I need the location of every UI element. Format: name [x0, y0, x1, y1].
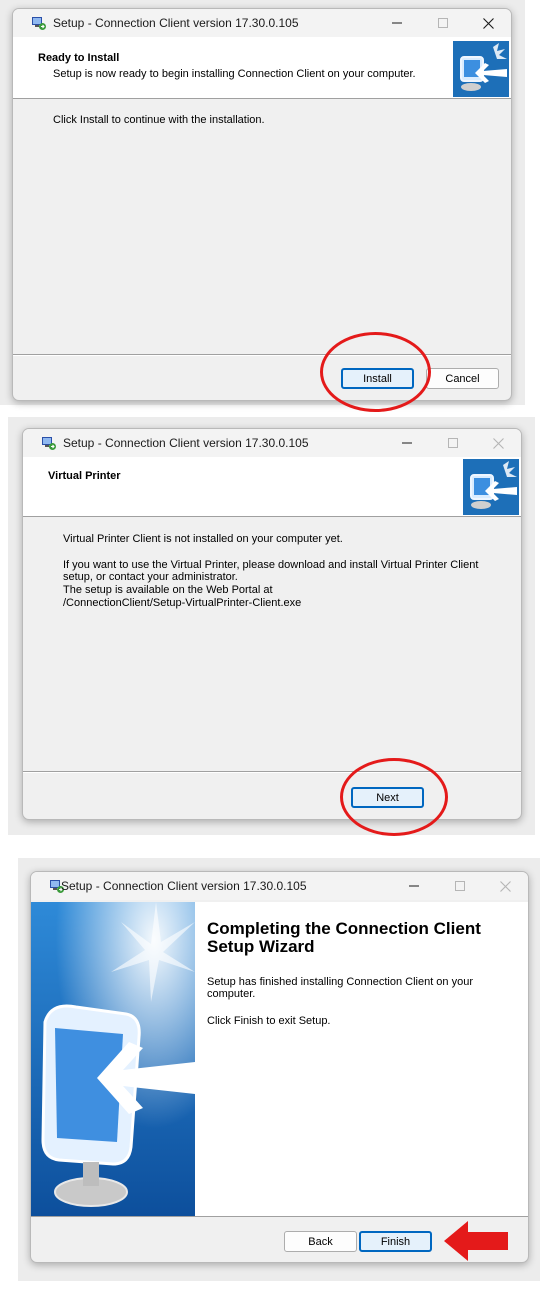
exit-instruction-text: Click Finish to exit Setup. — [207, 1015, 331, 1027]
highlight-circle-next — [340, 758, 448, 836]
minimize-icon — [392, 22, 402, 24]
finish-button[interactable]: Finish — [359, 1231, 432, 1252]
minimize-button[interactable] — [384, 429, 430, 457]
setup-window-virtual-printer: Setup - Connection Client version 17.30.… — [22, 428, 522, 820]
instruction-text: Click Install to continue with the insta… — [53, 114, 265, 126]
title-bar[interactable]: Setup - Connection Client version 17.30.… — [23, 429, 521, 457]
minimize-icon — [402, 442, 412, 444]
page-subtitle: Setup is now ready to begin installing C… — [53, 68, 416, 80]
cancel-button[interactable]: Cancel — [426, 368, 499, 389]
title-bar[interactable]: Setup - Connection Client version 17.30.… — [31, 872, 528, 900]
page-title: Ready to Install — [38, 52, 120, 64]
completion-heading-line1: Completing the Connection Client — [207, 919, 481, 938]
close-button[interactable] — [475, 429, 521, 457]
maximize-icon — [448, 438, 458, 448]
setup-app-icon — [32, 17, 46, 30]
download-text-line1: If you want to use the Virtual Printer, … — [63, 559, 479, 571]
highlight-circle-install — [320, 332, 431, 412]
close-icon — [492, 437, 504, 449]
wizard-header: Ready to Install Setup is now ready to b… — [13, 37, 511, 99]
window-title: Setup - Connection Client version 17.30.… — [63, 436, 309, 450]
monitor-arrow-icon — [453, 41, 509, 97]
red-arrow-icon — [444, 1221, 508, 1261]
setup-path-text: /ConnectionClient/Setup-VirtualPrinter-C… — [63, 597, 302, 609]
finished-text-line2: computer. — [207, 988, 256, 1000]
maximize-icon — [438, 18, 448, 28]
close-icon — [499, 880, 511, 892]
web-portal-text: The setup is available on the Web Portal… — [63, 584, 273, 596]
setup-window-completing: Setup - Connection Client version 17.30.… — [30, 871, 529, 1263]
setup-window-ready: Setup - Connection Client version 17.30.… — [12, 8, 512, 401]
wizard-header: Virtual Printer — [23, 457, 521, 517]
minimize-icon — [409, 885, 419, 887]
footer-separator — [13, 354, 511, 356]
finished-text-line1: Setup has finished installing Connection… — [207, 976, 473, 988]
minimize-button[interactable] — [391, 872, 437, 900]
back-button[interactable]: Back — [284, 1231, 357, 1252]
footer-separator — [23, 771, 521, 773]
maximize-icon — [455, 881, 465, 891]
completion-heading-line2: Setup Wizard — [207, 937, 315, 956]
close-button[interactable] — [482, 872, 528, 900]
wizard-banner-image — [31, 902, 195, 1216]
close-icon — [482, 17, 494, 29]
setup-app-icon — [42, 437, 56, 450]
download-text-line2: setup, or contact your administrator. — [63, 571, 238, 583]
maximize-button[interactable] — [430, 429, 476, 457]
title-bar[interactable]: Setup - Connection Client version 17.30.… — [13, 9, 511, 37]
window-title: Setup - Connection Client version 17.30.… — [61, 879, 307, 893]
maximize-button[interactable] — [420, 9, 466, 37]
window-title: Setup - Connection Client version 17.30.… — [53, 16, 299, 30]
minimize-button[interactable] — [374, 9, 420, 37]
monitor-arrow-icon — [463, 459, 519, 515]
maximize-button[interactable] — [437, 872, 483, 900]
not-installed-text: Virtual Printer Client is not installed … — [63, 533, 343, 545]
page-title: Virtual Printer — [48, 470, 121, 482]
close-button[interactable] — [465, 9, 511, 37]
